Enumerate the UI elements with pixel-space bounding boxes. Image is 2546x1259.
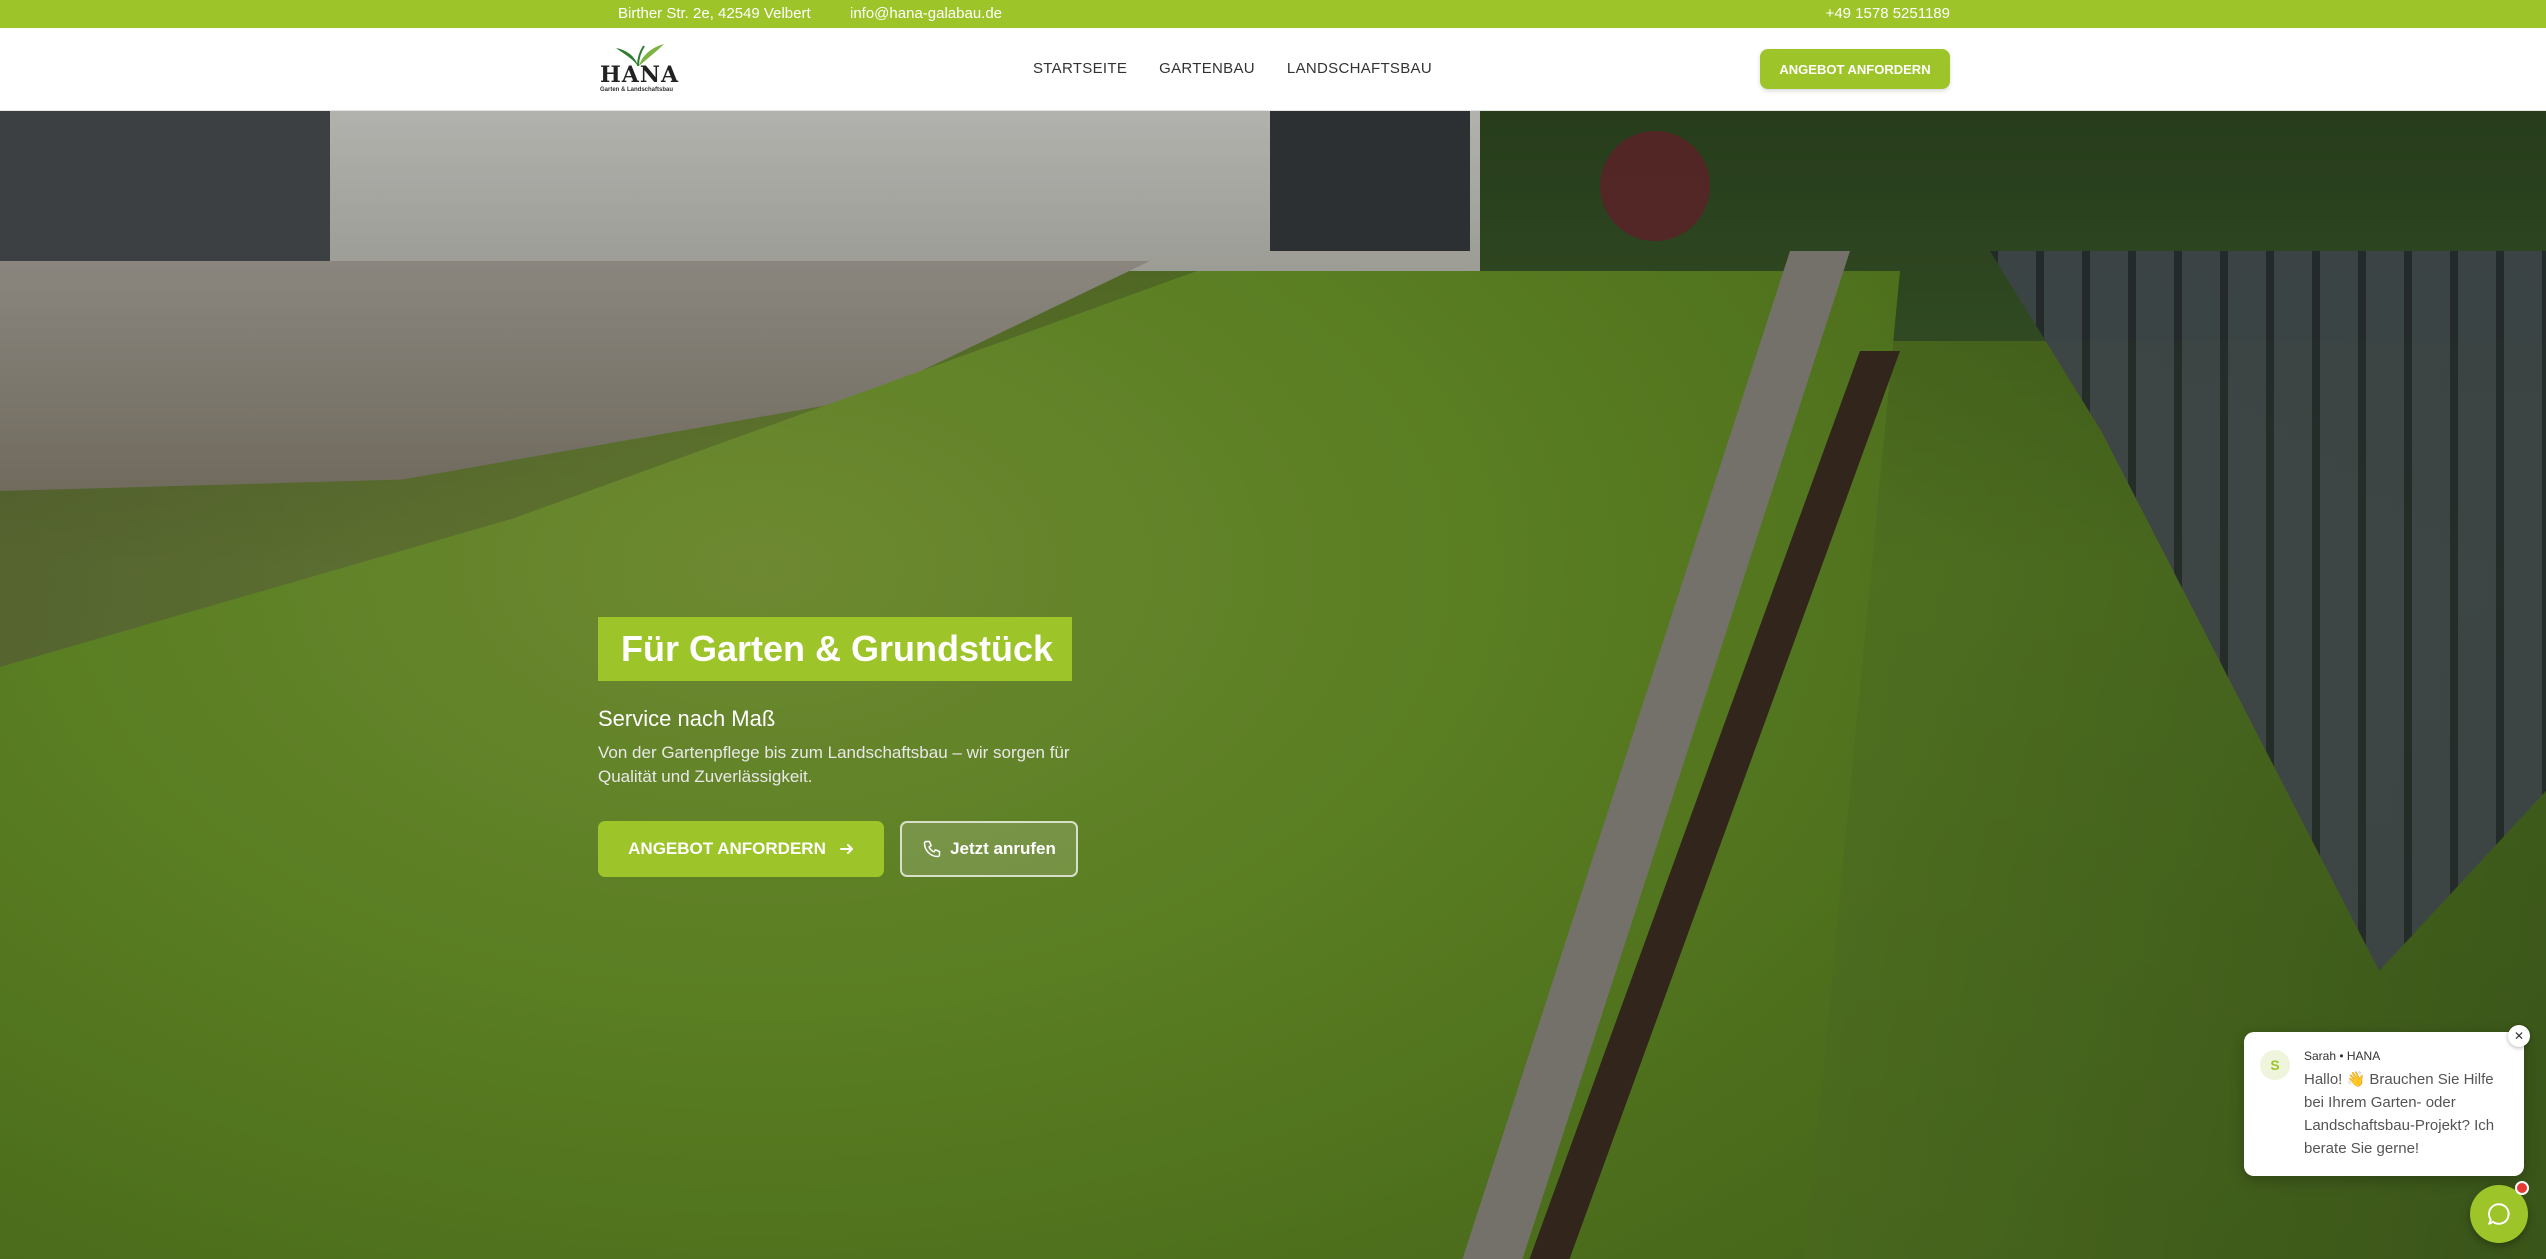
address-text: Birther Str. 2e, 42549 Velbert (618, 5, 811, 22)
logo-brand: HANA (600, 62, 680, 88)
logo-tagline: Garten & Landschaftsbau (600, 87, 674, 93)
nav-item-startseite[interactable]: STARTSEITE (1033, 60, 1127, 77)
arrow-right-icon (839, 844, 853, 854)
hero-quote-button-label: ANGEBOT ANFORDERN (628, 839, 826, 858)
chat-sender: Sarah • HANA (2304, 1049, 2381, 1063)
hero-description: Von der Gartenpflege bis zum Landschafts… (598, 743, 1070, 786)
hero-section (0, 111, 2546, 1259)
hero-call-button-label: Jetzt anrufen (950, 839, 1056, 858)
logo[interactable]: HANA Garten & Landschaftsbau (598, 40, 678, 98)
email-link[interactable]: info@hana-galabau.de (850, 5, 1002, 22)
header-quote-button[interactable]: ANGEBOT ANFORDERN (1760, 49, 1950, 89)
site-header: HANA Garten & Landschaftsbau STARTSEITE … (0, 28, 2546, 111)
chat-bubble-icon (2488, 1203, 2510, 1225)
main-nav: STARTSEITE GARTENBAU LANDSCHAFTSBAU (1033, 60, 1432, 77)
phone-icon (923, 840, 941, 858)
nav-item-landschaftsbau[interactable]: LANDSCHAFTSBAU (1287, 60, 1432, 77)
hero-call-button[interactable]: Jetzt anrufen (900, 821, 1078, 877)
chat-popup[interactable]: S Sarah • HANA Hallo! 👋 Brauchen Sie Hil… (2244, 1032, 2524, 1176)
top-contact-bar: Birther Str. 2e, 42549 Velbert info@hana… (0, 0, 2546, 28)
phone-link[interactable]: +49 1578 5251189 (1826, 5, 1950, 22)
hero-title: Für Garten & Grundstück (598, 617, 1072, 681)
chat-message: Hallo! 👋 Brauchen Sie Hilfe bei Ihrem Ga… (2304, 1071, 2495, 1157)
hero-overlay (0, 111, 2546, 1259)
hero-quote-button[interactable]: ANGEBOT ANFORDERN (598, 821, 884, 877)
close-icon[interactable]: ✕ (2508, 1025, 2530, 1047)
avatar: S (2260, 1050, 2290, 1080)
nav-item-gartenbau[interactable]: GARTENBAU (1159, 60, 1255, 77)
hero-subtitle: Service nach Maß (598, 706, 776, 731)
notification-badge (2515, 1181, 2529, 1195)
